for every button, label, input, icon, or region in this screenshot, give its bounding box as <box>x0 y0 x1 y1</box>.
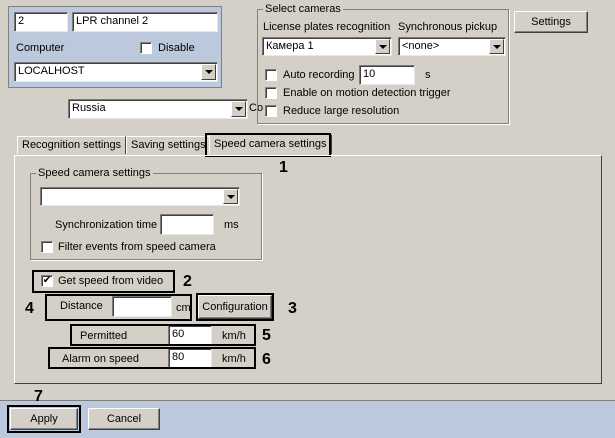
callout-box-2 <box>32 270 175 293</box>
motion-trigger-checkbox[interactable] <box>265 87 277 99</box>
callout-number-4: 4 <box>25 300 34 317</box>
channel-name-field[interactable]: LPR channel 2 <box>72 12 218 32</box>
callout-number-5: 5 <box>262 327 271 344</box>
callout-number-1: 1 <box>279 159 288 176</box>
callout-box-4 <box>45 294 192 321</box>
tab-recognition-settings[interactable]: Recognition settings <box>17 136 127 154</box>
callout-box-6 <box>48 347 256 369</box>
region-select-value: Russia <box>72 102 106 114</box>
callout-box-1 <box>205 133 331 157</box>
large-resolution-checkbox[interactable] <box>265 105 277 117</box>
sync-time-label: Synchronization time <box>55 219 158 231</box>
cancel-button[interactable]: Cancel <box>88 408 160 430</box>
callout-number-2: 2 <box>183 273 192 290</box>
computer-select-value: LOCALHOST <box>18 65 85 77</box>
sync-camera-select[interactable]: <none> <box>398 37 506 56</box>
callout-box-7 <box>7 405 81 433</box>
tab-saving-settings[interactable]: Saving settings <box>126 136 211 154</box>
sync-time-field[interactable] <box>160 214 214 235</box>
auto-recording-field[interactable]: 10 <box>359 65 415 85</box>
computer-select[interactable]: LOCALHOST <box>14 62 218 82</box>
chevron-down-icon[interactable] <box>201 64 216 80</box>
chevron-down-icon[interactable] <box>489 39 504 54</box>
callout-box-3 <box>196 293 274 321</box>
chevron-down-icon[interactable] <box>375 39 390 54</box>
computer-label: Computer <box>16 42 65 54</box>
callout-number-7: 7 <box>34 388 43 405</box>
speed-camera-legend: Speed camera settings <box>36 167 153 179</box>
chevron-down-icon[interactable] <box>223 189 238 204</box>
lpr-camera-label: License plates recognition <box>263 21 391 33</box>
channel-number-field[interactable]: 2 <box>14 12 68 32</box>
callout-number-3: 3 <box>288 300 297 317</box>
auto-recording-checkbox[interactable] <box>265 69 277 81</box>
large-resolution-label: Reduce large resolution <box>283 105 400 117</box>
motion-trigger-label: Enable on motion detection trigger <box>283 87 451 99</box>
callout-number-6: 6 <box>262 351 271 368</box>
settings-button[interactable]: Settings <box>514 11 588 33</box>
region-select[interactable]: Russia <box>68 99 248 119</box>
callout-box-5 <box>70 324 256 346</box>
speed-camera-select[interactable] <box>40 187 240 206</box>
auto-recording-label: Auto recording <box>283 69 355 81</box>
sync-camera-label: Synchronous pickup <box>398 21 498 33</box>
sync-time-unit: ms <box>224 219 239 231</box>
disable-checkbox[interactable] <box>140 42 152 54</box>
sync-camera-value: <none> <box>402 40 440 52</box>
filter-events-label: Filter events from speed camera <box>58 241 216 253</box>
lpr-camera-select[interactable]: Камера 1 <box>262 37 392 56</box>
disable-label: Disable <box>158 42 195 54</box>
lpr-camera-value: Камера 1 <box>266 40 314 52</box>
auto-recording-unit: s <box>425 69 431 81</box>
select-cameras-legend: Select cameras <box>263 3 343 15</box>
chevron-down-icon[interactable] <box>231 101 246 117</box>
filter-events-checkbox[interactable] <box>41 241 53 253</box>
